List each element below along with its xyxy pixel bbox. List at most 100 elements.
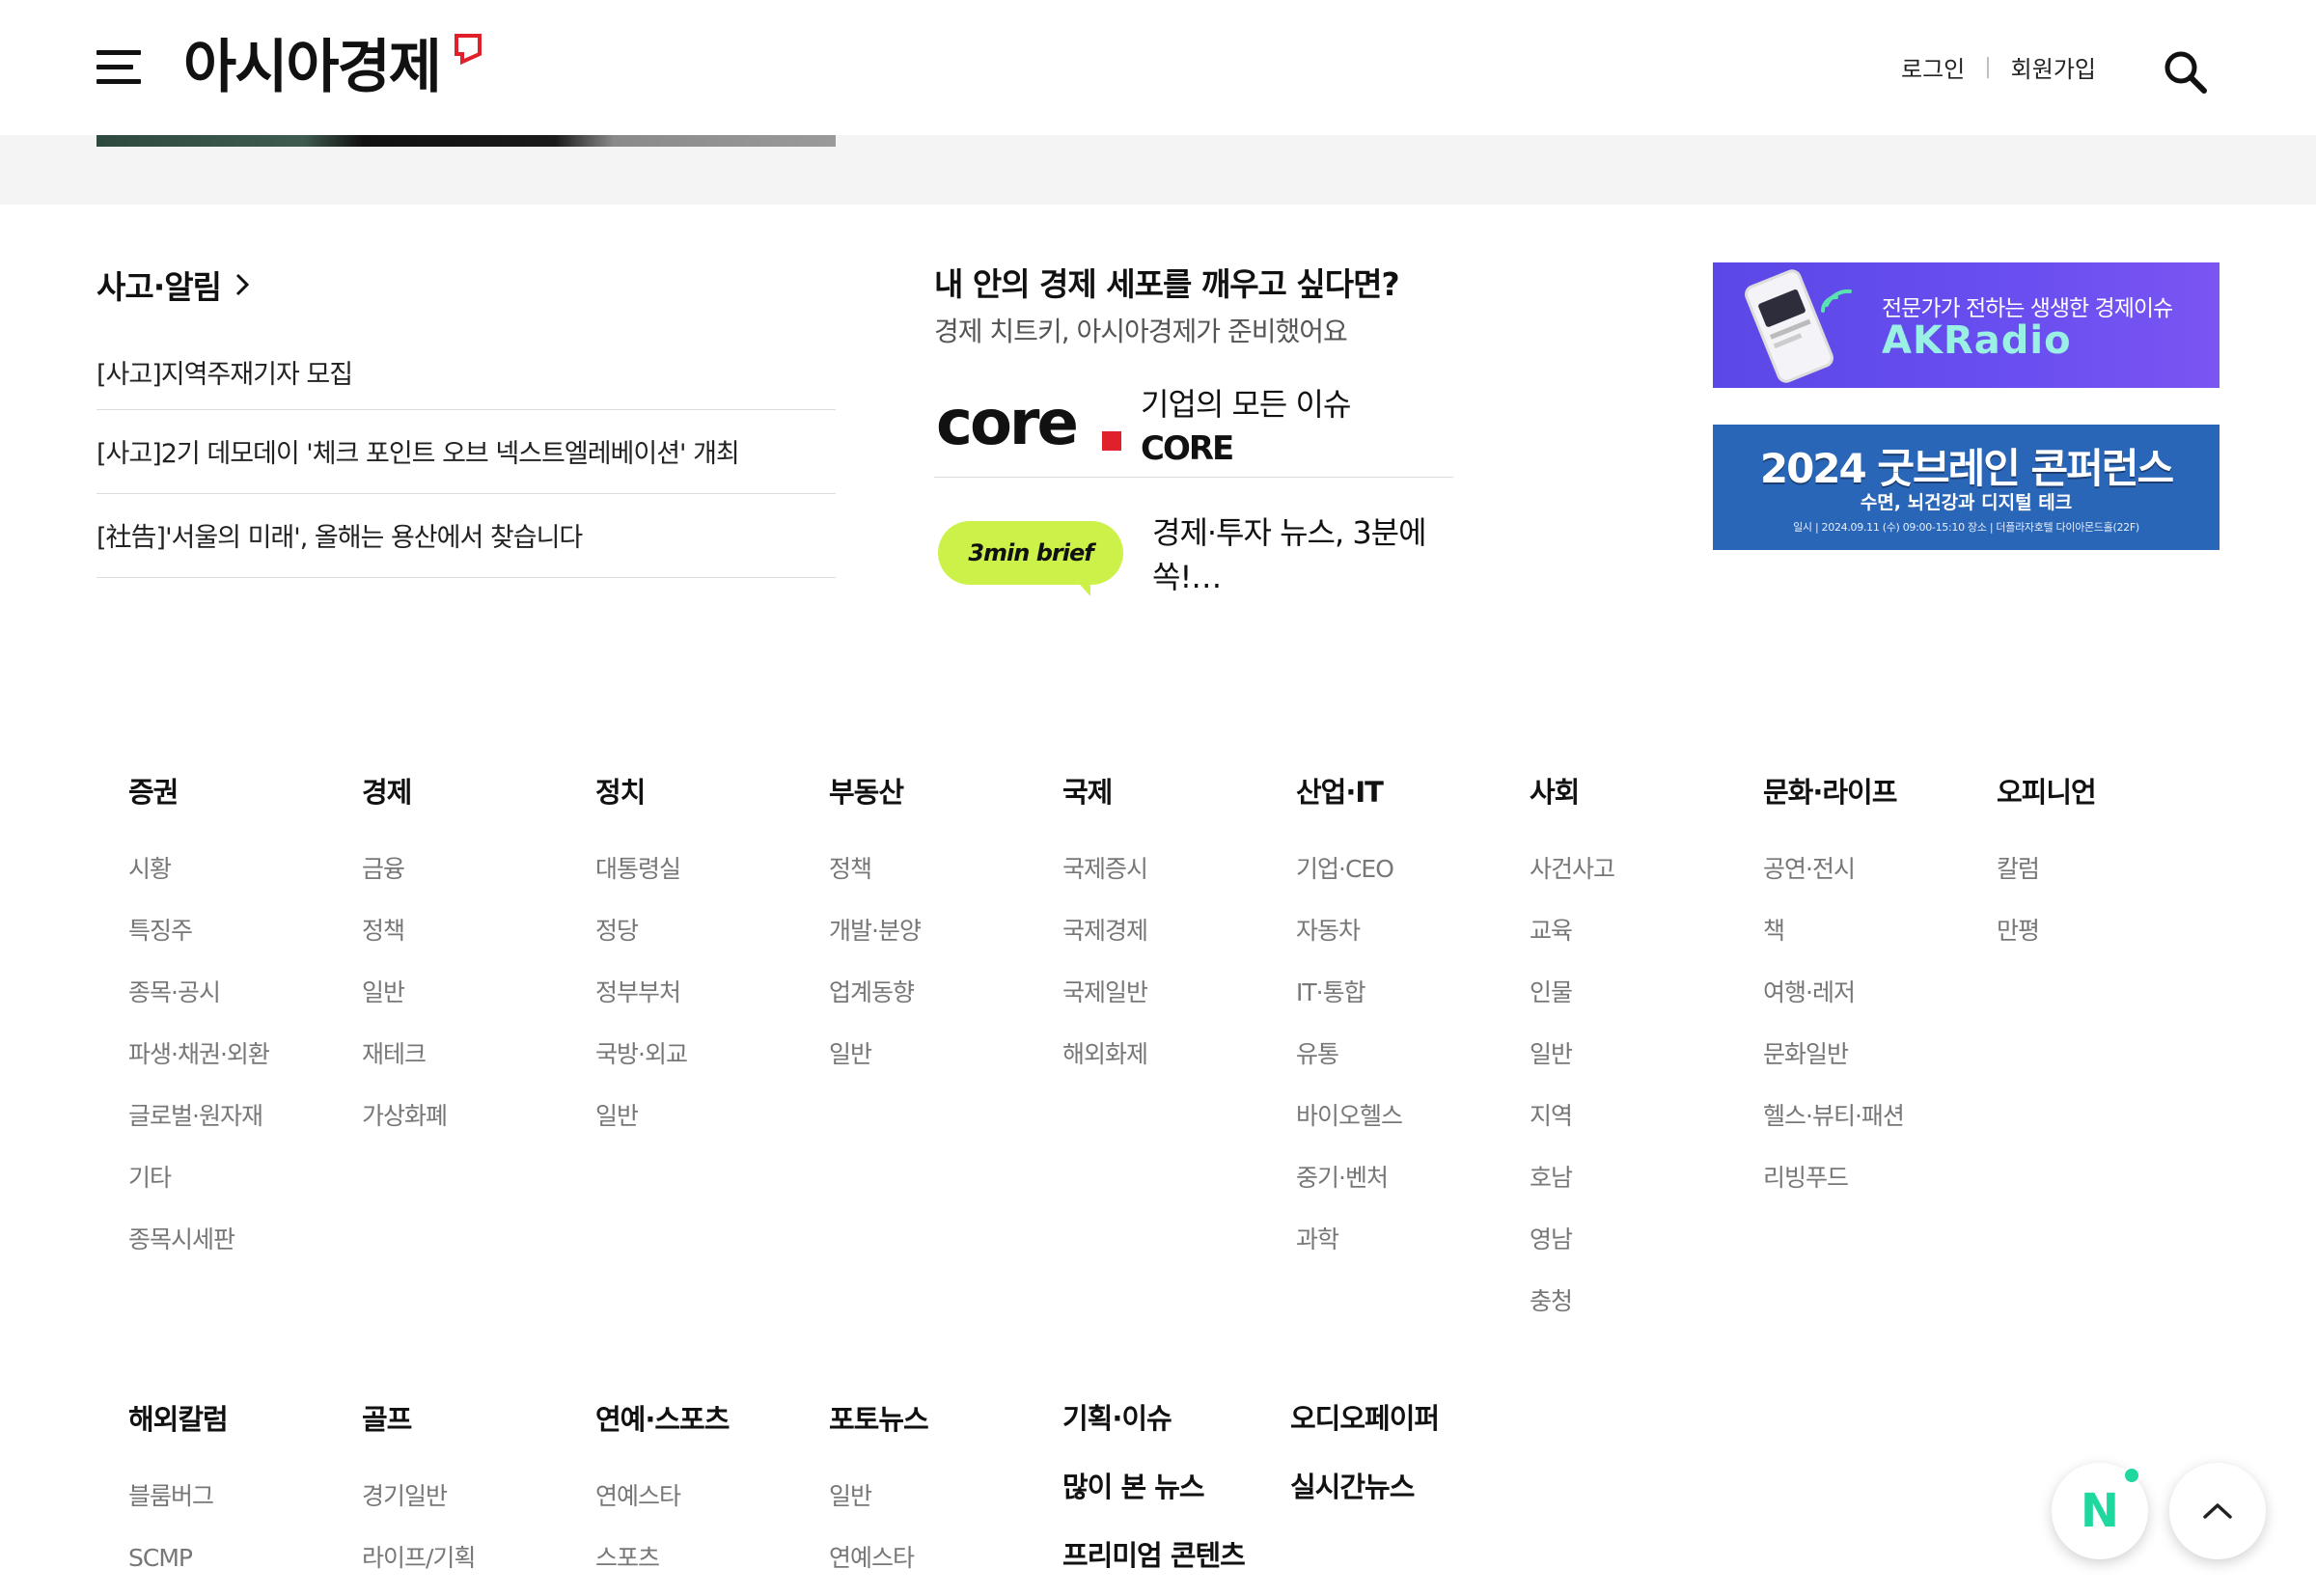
- akradio-brand: AKRadio: [1882, 318, 2072, 363]
- sitemap-link[interactable]: 스포츠: [595, 1539, 817, 1596]
- sitemap-link[interactable]: 특징주: [128, 912, 350, 974]
- sitemap-link[interactable]: 칼럼: [1997, 850, 2219, 912]
- sitemap-head[interactable]: 연예·스포츠: [595, 1400, 817, 1439]
- core-card[interactable]: core 기업의 모든 이슈 CORE: [934, 376, 1453, 478]
- sitemap-link[interactable]: 영남: [1530, 1221, 1751, 1282]
- sitemap-link[interactable]: 지역: [1530, 1097, 1751, 1159]
- sitemap-link[interactable]: 국제일반: [1062, 974, 1284, 1035]
- article-thumbnail[interactable]: [96, 135, 836, 147]
- sitemap-link[interactable]: 호남: [1530, 1159, 1751, 1221]
- sitemap-link[interactable]: 중기·벤처: [1296, 1159, 1518, 1221]
- sitemap-link[interactable]: 만평: [1997, 912, 2219, 974]
- core-logo: core: [934, 388, 1127, 460]
- sitemap-link[interactable]: 자동차: [1296, 912, 1518, 974]
- sitemap-link[interactable]: 교육: [1530, 912, 1751, 974]
- sitemap-head[interactable]: 포토뉴스: [829, 1400, 1051, 1439]
- sitemap-link[interactable]: 과학: [1296, 1221, 1518, 1282]
- sitemap-head[interactable]: 사회: [1530, 773, 1751, 812]
- divider: |: [1984, 55, 1992, 79]
- sitemap-head-planning[interactable]: 기획·이슈: [1062, 1399, 1172, 1438]
- sitemap-link[interactable]: 기업·CEO: [1296, 850, 1518, 912]
- sitemap-head[interactable]: 문화·라이프: [1763, 773, 1985, 812]
- sitemap-link[interactable]: SCMP: [128, 1539, 350, 1596]
- notice-title-link[interactable]: 사고·알림: [96, 261, 836, 309]
- sitemap-link[interactable]: 해외화제: [1062, 1035, 1284, 1097]
- auth-links: 로그인 | 회원가입: [1901, 50, 2096, 84]
- sitemap-link[interactable]: 일반: [1530, 1035, 1751, 1097]
- sitemap-head[interactable]: 해외칼럼: [128, 1400, 350, 1439]
- sitemap-head[interactable]: 오피니언: [1997, 773, 2219, 812]
- sitemap-link[interactable]: 정당: [595, 912, 817, 974]
- akradio-banner[interactable]: 전문가가 전하는 생생한 경제이슈 AKRadio: [1713, 262, 2220, 388]
- sitemap-link[interactable]: 인물: [1530, 974, 1751, 1035]
- notice-item[interactable]: [사고]지역주재기자 모집: [96, 336, 836, 410]
- sitemap-link[interactable]: 대통령실: [595, 850, 817, 912]
- notice-section: 사고·알림 [사고]지역주재기자 모집 [사고]2기 데모데이 '체크 포인트 …: [96, 261, 836, 578]
- sitemap-col-opinion: 오피니언 칼럼 만평: [1997, 773, 2219, 974]
- search-icon[interactable]: [2162, 48, 2208, 95]
- sitemap-link[interactable]: 일반: [595, 1097, 817, 1159]
- sitemap-link[interactable]: IT·통합: [1296, 974, 1518, 1035]
- sitemap-link[interactable]: 충청: [1530, 1282, 1751, 1344]
- sitemap-link[interactable]: 헬스·뷰티·패션: [1763, 1097, 1985, 1159]
- sitemap-head[interactable]: 산업·IT: [1296, 773, 1518, 812]
- sitemap-col-economy: 경제 금융 정책 일반 재테크 가상화폐: [362, 773, 584, 1159]
- sitemap-link[interactable]: 책: [1763, 912, 1985, 974]
- sitemap-link[interactable]: 문화일반: [1763, 1035, 1985, 1097]
- sitemap-link[interactable]: 정책: [362, 912, 584, 974]
- sitemap-link[interactable]: 파생·채권·외환: [128, 1035, 350, 1097]
- sitemap-link[interactable]: 재테크: [362, 1035, 584, 1097]
- brief-card[interactable]: 3min brief 경제·투자 뉴스, 3분에 쏙!…: [934, 502, 1453, 608]
- sitemap-link[interactable]: 기타: [128, 1159, 350, 1221]
- sitemap-link[interactable]: 글로벌·원자재: [128, 1097, 350, 1159]
- notice-item[interactable]: [사고]2기 데모데이 '체크 포인트 오브 넥스트엘레베이션' 개최: [96, 410, 836, 494]
- sitemap-head[interactable]: 증권: [128, 773, 350, 812]
- sitemap-link[interactable]: 경기일반: [362, 1477, 584, 1539]
- sitemap-link[interactable]: 일반: [829, 1035, 1051, 1097]
- sitemap-link[interactable]: 금융: [362, 850, 584, 912]
- sitemap-link[interactable]: 연예스타: [829, 1539, 1051, 1596]
- sitemap-head-audio[interactable]: 오디오페이퍼: [1290, 1399, 1440, 1438]
- notice-item[interactable]: [社告]'서울의 미래', 올해는 용산에서 찾습니다: [96, 494, 836, 578]
- signup-link[interactable]: 회원가입: [2011, 50, 2096, 84]
- sitemap-link[interactable]: 일반: [362, 974, 584, 1035]
- sitemap-link[interactable]: 국제증시: [1062, 850, 1284, 912]
- sitemap-link[interactable]: 리빙푸드: [1763, 1159, 1985, 1221]
- sitemap-head-realtime[interactable]: 실시간뉴스: [1290, 1468, 1415, 1506]
- sitemap-link[interactable]: 국방·외교: [595, 1035, 817, 1097]
- sitemap-link[interactable]: 정부부처: [595, 974, 817, 1035]
- menu-icon[interactable]: [96, 50, 141, 85]
- sitemap-link[interactable]: 공연·전시: [1763, 850, 1985, 912]
- sitemap-link[interactable]: 종목·공시: [128, 974, 350, 1035]
- sitemap-link[interactable]: 국제경제: [1062, 912, 1284, 974]
- sitemap-head[interactable]: 국제: [1062, 773, 1284, 812]
- sitemap-head-most-viewed[interactable]: 많이 본 뉴스: [1062, 1468, 1205, 1506]
- site-logo[interactable]: 아시아경제: [183, 29, 482, 106]
- sitemap-link[interactable]: 바이오헬스: [1296, 1097, 1518, 1159]
- sitemap-link[interactable]: 라이프/기획: [362, 1539, 584, 1596]
- naver-subscribe-button[interactable]: N: [2052, 1463, 2148, 1559]
- sitemap-link[interactable]: 정책: [829, 850, 1051, 912]
- sitemap-head[interactable]: 골프: [362, 1400, 584, 1439]
- conference-banner[interactable]: 2024 굿브레인 콘퍼런스 수면, 뇌건강과 디지털 테크 일시 | 2024…: [1713, 425, 2220, 550]
- sitemap-head[interactable]: 경제: [362, 773, 584, 812]
- sitemap-link[interactable]: 여행·레저: [1763, 974, 1985, 1035]
- sitemap-head[interactable]: 부동산: [829, 773, 1051, 812]
- sitemap-head[interactable]: 정치: [595, 773, 817, 812]
- sitemap-link[interactable]: 업계동향: [829, 974, 1051, 1035]
- sitemap-head-premium[interactable]: 프리미엄 콘텐츠: [1062, 1536, 1246, 1575]
- sitemap-link[interactable]: 개발·분양: [829, 912, 1051, 974]
- chevron-up-icon: [2203, 1503, 2232, 1519]
- sitemap-link[interactable]: 사건사고: [1530, 850, 1751, 912]
- notice-list: [사고]지역주재기자 모집 [사고]2기 데모데이 '체크 포인트 오브 넥스트…: [96, 336, 836, 578]
- sitemap-link[interactable]: 가상화폐: [362, 1097, 584, 1159]
- sitemap-link[interactable]: 연예스타: [595, 1477, 817, 1539]
- sitemap-link[interactable]: 유통: [1296, 1035, 1518, 1097]
- login-link[interactable]: 로그인: [1901, 50, 1965, 84]
- sitemap-link[interactable]: 블룸버그: [128, 1477, 350, 1539]
- sitemap-link[interactable]: 종목시세판: [128, 1221, 350, 1282]
- sitemap-link[interactable]: 일반: [829, 1477, 1051, 1539]
- scroll-top-button[interactable]: [2169, 1463, 2266, 1559]
- promo-title: 내 안의 경제 세포를 깨우고 싶다면?: [934, 265, 1400, 303]
- sitemap-link[interactable]: 시황: [128, 850, 350, 912]
